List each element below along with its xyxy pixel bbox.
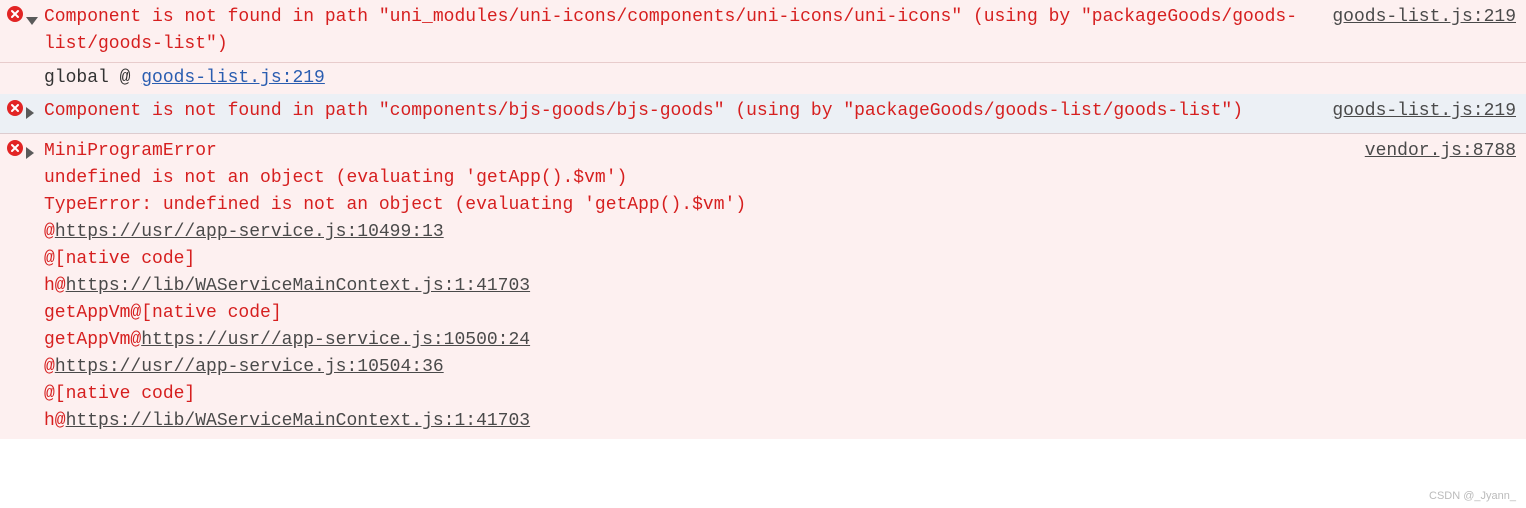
stack-line: undefined is not an object (evaluating '… <box>44 165 1340 192</box>
chevron-right-icon <box>26 107 34 119</box>
stack-source-link[interactable]: https://usr//app-service.js:10499:13 <box>55 222 444 242</box>
error-icon <box>4 138 26 156</box>
stack-line: TypeError: undefined is not an object (e… <box>44 192 1340 219</box>
source-link[interactable]: goods-list.js:219 <box>1332 4 1516 31</box>
error-message: Component is not found in path "uni_modu… <box>44 4 1520 58</box>
console-error-entry[interactable]: MiniProgramError undefined is not an obj… <box>0 134 1526 439</box>
console-error-entry[interactable]: Component is not found in path "componen… <box>0 94 1526 134</box>
stack-source-link[interactable]: https://usr//app-service.js:10504:36 <box>55 357 444 377</box>
stack-source-link[interactable]: https://lib/WAServiceMainContext.js:1:41… <box>66 411 530 431</box>
expand-toggle[interactable] <box>26 4 44 35</box>
stack-line: @https://usr//app-service.js:10499:13 <box>44 219 1340 246</box>
stack-line: getAppVm@[native code] <box>44 300 1340 327</box>
chevron-down-icon <box>26 17 38 25</box>
error-message: Component is not found in path "componen… <box>44 98 1520 125</box>
expand-toggle[interactable] <box>26 98 44 129</box>
source-link[interactable]: vendor.js:8788 <box>1365 138 1516 165</box>
console-panel: Component is not found in path "uni_modu… <box>0 0 1526 508</box>
source-link[interactable]: goods-list.js:219 <box>1332 98 1516 125</box>
stack-line: @[native code] <box>44 246 1340 273</box>
stack-source-link[interactable]: https://usr//app-service.js:10500:24 <box>141 330 530 350</box>
chevron-right-icon <box>26 147 34 159</box>
stack-line: h@https://lib/WAServiceMainContext.js:1:… <box>44 408 1340 435</box>
error-title: MiniProgramError <box>44 138 1340 165</box>
stack-line: @[native code] <box>44 381 1340 408</box>
stack-line: @https://usr//app-service.js:10504:36 <box>44 354 1340 381</box>
error-icon <box>4 98 26 116</box>
error-icon <box>4 4 26 22</box>
trace-source-link[interactable]: goods-list.js:219 <box>141 65 325 92</box>
stack-line: getAppVm@https://usr//app-service.js:105… <box>44 327 1340 354</box>
stack-source-link[interactable]: https://lib/WAServiceMainContext.js:1:41… <box>66 276 530 296</box>
stack-line: h@https://lib/WAServiceMainContext.js:1:… <box>44 273 1340 300</box>
watermark: CSDN @_Jyann_ <box>1429 488 1516 505</box>
console-error-entry[interactable]: Component is not found in path "uni_modu… <box>0 0 1526 63</box>
stack-trace-row: global @ goods-list.js:219 <box>0 63 1526 94</box>
expand-toggle[interactable] <box>26 138 44 169</box>
trace-function-label: global @ <box>44 65 141 92</box>
